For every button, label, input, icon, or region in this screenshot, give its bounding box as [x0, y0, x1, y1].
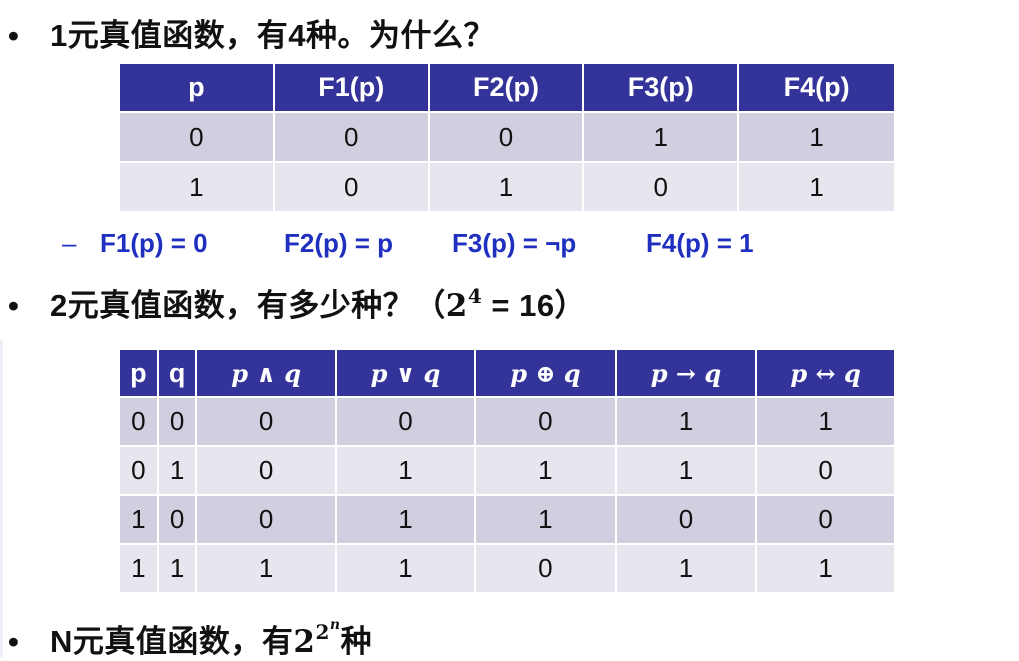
power-expression: 24	[445, 284, 483, 324]
table-row: 1 0 1 0 1	[120, 163, 894, 213]
table-cell: 1	[616, 398, 758, 447]
table-cell: 1	[336, 447, 477, 496]
header-cell: q	[158, 350, 198, 398]
table-cell: 0	[197, 398, 337, 447]
power-base: 2	[293, 624, 316, 660]
table-cell: 1	[120, 163, 275, 213]
header-cell: p → q	[616, 350, 758, 398]
header-cell: F4(p)	[739, 64, 894, 113]
header-cell: p ∨ q	[336, 350, 477, 398]
table-cell: 0	[274, 163, 430, 213]
line-2-text: 2元真值函数，有多少种？（	[50, 288, 446, 323]
table-row: 1 0 0 1 1 0 0	[120, 496, 894, 545]
table-cell: 1	[336, 545, 477, 594]
line-3-text: N元真值函数，有	[50, 624, 294, 659]
table-cell: 1	[158, 545, 198, 594]
table-cell: 1	[197, 545, 337, 594]
definition-f2: F2(p) = p	[284, 228, 394, 258]
power-exponent: 2n	[315, 617, 341, 644]
table-cell: 1	[739, 113, 894, 163]
definition-f4: F4(p) = 1	[646, 228, 754, 258]
table-header-row: p F1(p) F2(p) F3(p) F4(p)	[120, 64, 894, 113]
dash-icon: –	[62, 228, 77, 258]
table-cell: 0	[616, 496, 758, 545]
line-2-tail: = 16）	[482, 288, 587, 323]
bullet-icon: •	[8, 288, 20, 323]
table-cell: 0	[584, 163, 740, 213]
table-cell: 1	[476, 447, 617, 496]
table-cell: 1	[616, 545, 758, 594]
table-header-row: p q p ∧ q p ∨ q p ⊕ q p → q p ↔ q	[120, 350, 894, 398]
power-base: 2	[445, 288, 468, 324]
table-cell: 0	[197, 447, 337, 496]
header-cell: p ↔ q	[757, 350, 894, 398]
table-cell: 0	[120, 398, 159, 447]
table-cell: 1	[158, 447, 198, 496]
table-cell: 0	[757, 447, 894, 496]
exponent-exponent: n	[329, 617, 341, 634]
power-expression: 22n	[293, 617, 340, 660]
truth-table-binary: p q p ∧ q p ∨ q p ⊕ q p → q p ↔ q 0 0 0 …	[120, 350, 894, 594]
bullet-icon: •	[8, 18, 20, 53]
table-cell: 0	[336, 398, 477, 447]
line-3-tail: 种	[340, 624, 373, 659]
left-edge-strip	[0, 340, 3, 658]
line-1-text: 1元真值函数，有4种。为什么？	[50, 18, 495, 53]
table-cell: 0	[120, 113, 275, 163]
bullet-line-1: • 1元真值函数，有4种。为什么？	[8, 10, 495, 55]
table-row: 0 0 0 1 1	[120, 113, 894, 163]
table-cell: 0	[429, 113, 585, 163]
table-cell: 0	[476, 398, 617, 447]
table-cell: 0	[120, 447, 159, 496]
table-cell: 0	[158, 496, 198, 545]
table-row: 0 1 0 1 1 1 0	[120, 447, 894, 496]
table-cell: 1	[616, 447, 758, 496]
table-cell: 0	[197, 496, 337, 545]
truth-table-unary: p F1(p) F2(p) F3(p) F4(p) 0 0 0 1 1 1 0 …	[120, 64, 894, 213]
table-row: 0 0 0 0 0 1 1	[120, 398, 894, 447]
definition-f3: F3(p) = ¬p	[452, 228, 577, 258]
table-cell: 1	[336, 496, 477, 545]
header-cell: F3(p)	[584, 64, 740, 113]
bullet-line-2: • 2元真值函数，有多少种？（24 = 16）	[8, 280, 586, 325]
header-cell: p ∧ q	[197, 350, 337, 398]
definition-f1: F1(p) = 0	[100, 228, 208, 258]
header-cell: p	[120, 64, 275, 113]
table-cell: 0	[274, 113, 430, 163]
exponent-base: 2	[315, 619, 330, 644]
table-cell: 1	[120, 545, 159, 594]
table-cell: 0	[757, 496, 894, 545]
table-cell: 1	[476, 496, 617, 545]
table-cell: 1	[757, 545, 894, 594]
table-cell: 1	[429, 163, 585, 213]
table-cell: 1	[584, 113, 740, 163]
header-cell: F1(p)	[274, 64, 430, 113]
table-row: 1 1 1 1 0 1 1	[120, 545, 894, 594]
table-cell: 0	[158, 398, 198, 447]
table-cell: 1	[739, 163, 894, 213]
bullet-icon: •	[8, 624, 20, 659]
table-cell: 1	[757, 398, 894, 447]
table-cell: 1	[120, 496, 159, 545]
header-cell: F2(p)	[429, 64, 585, 113]
header-cell: p ⊕ q	[476, 350, 617, 398]
table-cell: 0	[476, 545, 617, 594]
power-exponent: 4	[467, 283, 483, 308]
bullet-line-3: • N元真值函数，有22n种	[8, 616, 372, 661]
header-cell: p	[120, 350, 159, 398]
